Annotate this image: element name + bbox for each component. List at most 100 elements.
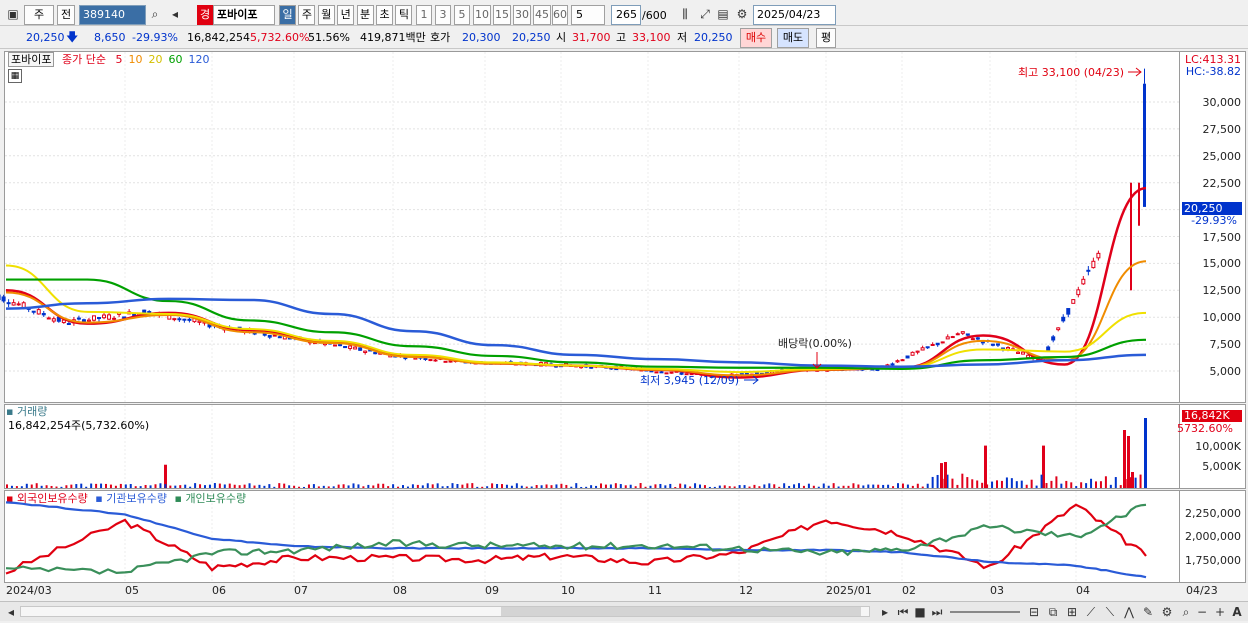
volume-bar (422, 485, 424, 488)
volume-bar (288, 485, 290, 488)
volume-bar (887, 485, 889, 488)
volume-bar (907, 485, 909, 488)
holdings-line-1 (6, 502, 1146, 577)
candle-body (103, 315, 106, 318)
candle-body (173, 319, 176, 320)
volume-bar (808, 484, 810, 488)
volume-bar (610, 484, 612, 488)
volume-bar (719, 486, 721, 488)
volume-bar (75, 484, 77, 488)
candle-body (921, 348, 924, 350)
volume-bar (763, 484, 765, 488)
candle-body (52, 319, 55, 321)
volume-bar (932, 477, 934, 488)
volume-bar (833, 483, 835, 488)
volume-bar (90, 484, 92, 488)
candle-body (966, 334, 969, 335)
candle-body (956, 334, 959, 335)
volume-bar (798, 483, 800, 488)
volume-bar (699, 485, 701, 488)
candle-body (911, 352, 914, 355)
volume-bar (848, 486, 850, 488)
candle-body (1082, 279, 1085, 284)
candle-body (183, 319, 186, 320)
volume-bar (120, 484, 122, 488)
volume-bar (986, 484, 988, 488)
volume-bar (442, 486, 444, 488)
volume-bar (1016, 481, 1018, 488)
volume-bar (857, 484, 859, 488)
volume-bar (318, 486, 320, 488)
volume-bar (714, 487, 716, 488)
volume-bar (1127, 436, 1130, 488)
high-arrow (1128, 68, 1141, 76)
candle-body (1092, 261, 1095, 267)
volume-bar (872, 485, 874, 488)
candle-body (188, 319, 191, 320)
volume-bar (130, 484, 132, 488)
volume-bar (580, 487, 582, 488)
volume-bar (917, 484, 919, 488)
volume-bar (239, 485, 241, 488)
volume-bar (268, 484, 270, 488)
volume-bar (625, 485, 627, 488)
candle-body (47, 318, 50, 319)
volume-bar (258, 485, 260, 488)
volume-bar (1144, 418, 1147, 488)
volume-bar (729, 486, 731, 488)
volume-bar (372, 485, 374, 488)
volume-bar (466, 483, 468, 488)
volume-bar (278, 483, 280, 488)
candle-body (941, 342, 944, 343)
candle-body (946, 337, 949, 339)
volume-bar (254, 486, 256, 488)
volume-bar (298, 487, 300, 488)
candle-body (2, 297, 5, 301)
candle-body (364, 351, 367, 352)
volume-bar (768, 483, 770, 488)
volume-bar (481, 487, 483, 488)
candle-body (936, 343, 939, 344)
volume-bar (1115, 477, 1117, 488)
volume-bar (783, 483, 785, 488)
volume-bar (437, 483, 439, 488)
volume-bar (951, 479, 953, 488)
candle-body (891, 364, 894, 365)
volume-bar (516, 483, 518, 488)
volume-bar (1026, 485, 1028, 488)
volume-bar (219, 484, 221, 488)
volume-bar (640, 483, 642, 488)
volume-bar (31, 485, 33, 488)
volume-bar (328, 486, 330, 488)
candle-body (1097, 253, 1100, 257)
volume-bar (21, 486, 23, 488)
volume-bar (758, 486, 760, 488)
volume-bar (1095, 481, 1097, 488)
volume-bar (1046, 483, 1048, 488)
candle-body (1077, 290, 1080, 295)
volume-bar (570, 487, 572, 488)
candle-body (951, 337, 954, 338)
volume-bar (382, 484, 384, 488)
volume-bar (338, 485, 340, 488)
candle-body (92, 316, 95, 320)
volume-bar (694, 483, 696, 488)
volume-bar (739, 485, 741, 488)
candle-body (1017, 352, 1020, 353)
volume-bar (263, 486, 265, 488)
volume-bar (367, 485, 369, 488)
volume-bar (323, 486, 325, 488)
volume-bar (749, 487, 751, 488)
candle-body (7, 303, 10, 304)
candle-body (349, 346, 352, 349)
volume-bar (585, 487, 587, 488)
volume-bar (432, 484, 434, 488)
volume-bar (744, 485, 746, 488)
volume-bar (60, 487, 62, 488)
volume-bar (343, 484, 345, 488)
volume-bar (179, 485, 181, 488)
volume-bar (125, 484, 127, 488)
volume-bar (984, 446, 987, 488)
volume-bar (971, 479, 973, 488)
volume-bar (452, 483, 454, 488)
